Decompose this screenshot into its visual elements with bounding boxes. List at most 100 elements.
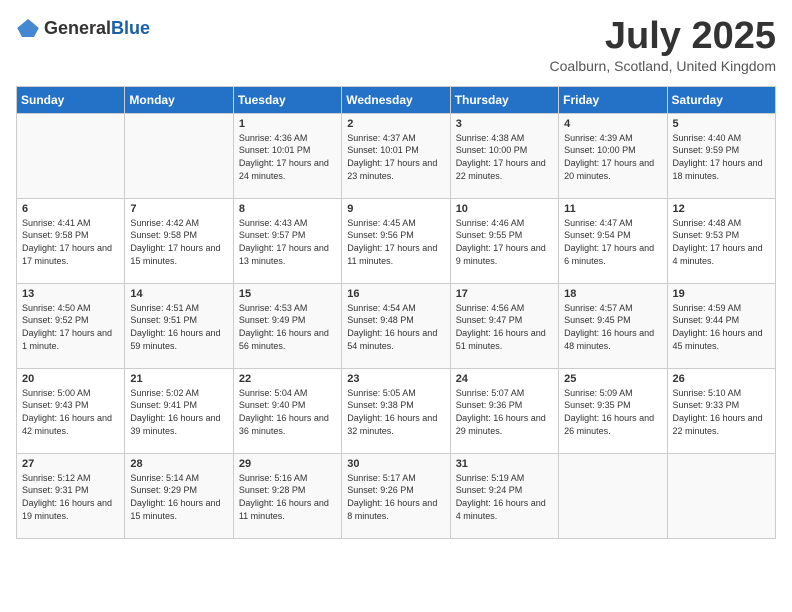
calendar-cell	[559, 453, 667, 538]
calendar-cell	[17, 113, 125, 198]
calendar-cell: 12Sunrise: 4:48 AM Sunset: 9:53 PM Dayli…	[667, 198, 775, 283]
calendar-cell: 30 Sunrise: 5:17 AM Sunset: 9:26 PM Dayli…	[342, 453, 450, 538]
day-number: 23	[347, 373, 444, 385]
calendar-cell: 24 Sunrise: 5:07 AM Sunset: 9:36 PM Dayli…	[450, 368, 558, 453]
day-number: 1	[239, 118, 336, 130]
day-content: Sunrise: 4:47 AM Sunset: 9:54 PM Dayligh…	[564, 217, 661, 267]
day-number: 6	[22, 203, 119, 215]
calendar-cell: 11 Sunrise: 4:47 AM Sunset: 9:54 PM Dayli…	[559, 198, 667, 283]
calendar-table: SundayMondayTuesdayWednesdayThursdayFrid…	[16, 86, 776, 539]
calendar-cell: 25 Sunrise: 5:09 AM Sunset: 9:35 PM Dayli…	[559, 368, 667, 453]
calendar-cell: 20 Sunrise: 5:00 AM Sunset: 9:43 PM Dayli…	[17, 368, 125, 453]
day-number: 27	[22, 458, 119, 470]
calendar-week-4: 20 Sunrise: 5:00 AM Sunset: 9:43 PM Dayli…	[17, 368, 776, 453]
day-number: 22	[239, 373, 336, 385]
day-content: Sunrise: 5:00 AM Sunset: 9:43 PM Dayligh…	[22, 387, 119, 437]
calendar-week-3: 13Sunrise: 4:50 AM Sunset: 9:52 PM Dayli…	[17, 283, 776, 368]
day-content: Sunrise: 5:07 AM Sunset: 9:36 PM Dayligh…	[456, 387, 553, 437]
day-number: 29	[239, 458, 336, 470]
weekday-header-tuesday: Tuesday	[233, 86, 341, 113]
day-number: 20	[22, 373, 119, 385]
calendar-cell: 23 Sunrise: 5:05 AM Sunset: 9:38 PM Dayli…	[342, 368, 450, 453]
weekday-header-saturday: Saturday	[667, 86, 775, 113]
day-number: 25	[564, 373, 661, 385]
calendar-cell: 14 Sunrise: 4:51 AM Sunset: 9:51 PM Dayli…	[125, 283, 233, 368]
day-content: Sunrise: 4:51 AM Sunset: 9:51 PM Dayligh…	[130, 302, 227, 352]
day-number: 16	[347, 288, 444, 300]
calendar-week-1: 1Sunrise: 4:36 AM Sunset: 10:01 PM Dayli…	[17, 113, 776, 198]
calendar-cell: 16 Sunrise: 4:54 AM Sunset: 9:48 PM Dayli…	[342, 283, 450, 368]
calendar-cell: 27 Sunrise: 5:12 AM Sunset: 9:31 PM Dayli…	[17, 453, 125, 538]
day-content: Sunrise: 4:45 AM Sunset: 9:56 PM Dayligh…	[347, 217, 444, 267]
month-title: July 2025	[550, 16, 776, 58]
title-block: July 2025 Coalburn, Scotland, United Kin…	[550, 16, 776, 74]
calendar-cell: 28 Sunrise: 5:14 AM Sunset: 9:29 PM Dayli…	[125, 453, 233, 538]
logo-text-blue: Blue	[111, 18, 150, 38]
weekday-header-friday: Friday	[559, 86, 667, 113]
calendar-cell: 17 Sunrise: 4:56 AM Sunset: 9:47 PM Dayli…	[450, 283, 558, 368]
calendar-cell: 29 Sunrise: 5:16 AM Sunset: 9:28 PM Dayli…	[233, 453, 341, 538]
calendar-cell: 7 Sunrise: 4:42 AM Sunset: 9:58 PM Daylig…	[125, 198, 233, 283]
page-header: GeneralBlue July 2025 Coalburn, Scotland…	[16, 16, 776, 74]
calendar-cell: 6Sunrise: 4:41 AM Sunset: 9:58 PM Daylig…	[17, 198, 125, 283]
day-number: 11	[564, 203, 661, 215]
logo: GeneralBlue	[16, 16, 150, 40]
day-content: Sunrise: 4:54 AM Sunset: 9:48 PM Dayligh…	[347, 302, 444, 352]
day-content: Sunrise: 4:57 AM Sunset: 9:45 PM Dayligh…	[564, 302, 661, 352]
logo-icon	[16, 16, 40, 40]
calendar-cell: 8Sunrise: 4:43 AM Sunset: 9:57 PM Daylig…	[233, 198, 341, 283]
weekday-header-row: SundayMondayTuesdayWednesdayThursdayFrid…	[17, 86, 776, 113]
day-number: 2	[347, 118, 444, 130]
day-content: Sunrise: 4:42 AM Sunset: 9:58 PM Dayligh…	[130, 217, 227, 267]
day-number: 19	[673, 288, 770, 300]
day-content: Sunrise: 4:40 AM Sunset: 9:59 PM Dayligh…	[673, 132, 770, 182]
day-number: 18	[564, 288, 661, 300]
day-content: Sunrise: 5:12 AM Sunset: 9:31 PM Dayligh…	[22, 472, 119, 522]
calendar-cell	[667, 453, 775, 538]
day-content: Sunrise: 5:10 AM Sunset: 9:33 PM Dayligh…	[673, 387, 770, 437]
day-content: Sunrise: 5:16 AM Sunset: 9:28 PM Dayligh…	[239, 472, 336, 522]
day-number: 26	[673, 373, 770, 385]
day-number: 5	[673, 118, 770, 130]
day-number: 15	[239, 288, 336, 300]
day-number: 3	[456, 118, 553, 130]
calendar-cell: 22Sunrise: 5:04 AM Sunset: 9:40 PM Dayli…	[233, 368, 341, 453]
day-number: 7	[130, 203, 227, 215]
logo-wordmark: GeneralBlue	[44, 18, 150, 39]
calendar-cell: 3Sunrise: 4:38 AM Sunset: 10:00 PM Dayli…	[450, 113, 558, 198]
calendar-cell: 31 Sunrise: 5:19 AM Sunset: 9:24 PM Dayli…	[450, 453, 558, 538]
calendar-cell: 21 Sunrise: 5:02 AM Sunset: 9:41 PM Dayli…	[125, 368, 233, 453]
calendar-cell: 18 Sunrise: 4:57 AM Sunset: 9:45 PM Dayli…	[559, 283, 667, 368]
calendar-cell: 4Sunrise: 4:39 AM Sunset: 10:00 PM Dayli…	[559, 113, 667, 198]
weekday-header-thursday: Thursday	[450, 86, 558, 113]
day-number: 21	[130, 373, 227, 385]
day-number: 31	[456, 458, 553, 470]
calendar-header: SundayMondayTuesdayWednesdayThursdayFrid…	[17, 86, 776, 113]
day-number: 28	[130, 458, 227, 470]
calendar-cell	[125, 113, 233, 198]
day-content: Sunrise: 5:09 AM Sunset: 9:35 PM Dayligh…	[564, 387, 661, 437]
day-number: 14	[130, 288, 227, 300]
day-content: Sunrise: 4:48 AM Sunset: 9:53 PM Dayligh…	[673, 217, 770, 267]
calendar-cell: 26 Sunrise: 5:10 AM Sunset: 9:33 PM Dayli…	[667, 368, 775, 453]
day-number: 17	[456, 288, 553, 300]
day-number: 24	[456, 373, 553, 385]
day-content: Sunrise: 5:19 AM Sunset: 9:24 PM Dayligh…	[456, 472, 553, 522]
day-content: Sunrise: 5:02 AM Sunset: 9:41 PM Dayligh…	[130, 387, 227, 437]
weekday-header-sunday: Sunday	[17, 86, 125, 113]
day-number: 9	[347, 203, 444, 215]
day-content: Sunrise: 4:56 AM Sunset: 9:47 PM Dayligh…	[456, 302, 553, 352]
day-content: Sunrise: 5:14 AM Sunset: 9:29 PM Dayligh…	[130, 472, 227, 522]
day-content: Sunrise: 4:50 AM Sunset: 9:52 PM Dayligh…	[22, 302, 119, 352]
calendar-body: 1Sunrise: 4:36 AM Sunset: 10:01 PM Dayli…	[17, 113, 776, 538]
day-content: Sunrise: 4:43 AM Sunset: 9:57 PM Dayligh…	[239, 217, 336, 267]
day-content: Sunrise: 4:37 AM Sunset: 10:01 PM Daylig…	[347, 132, 444, 182]
day-content: Sunrise: 4:39 AM Sunset: 10:00 PM Daylig…	[564, 132, 661, 182]
calendar-week-2: 6Sunrise: 4:41 AM Sunset: 9:58 PM Daylig…	[17, 198, 776, 283]
calendar-cell: 9 Sunrise: 4:45 AM Sunset: 9:56 PM Daylig…	[342, 198, 450, 283]
calendar-cell: 19Sunrise: 4:59 AM Sunset: 9:44 PM Dayli…	[667, 283, 775, 368]
day-number: 30	[347, 458, 444, 470]
location-text: Coalburn, Scotland, United Kingdom	[550, 58, 776, 74]
day-content: Sunrise: 5:17 AM Sunset: 9:26 PM Dayligh…	[347, 472, 444, 522]
day-content: Sunrise: 5:05 AM Sunset: 9:38 PM Dayligh…	[347, 387, 444, 437]
